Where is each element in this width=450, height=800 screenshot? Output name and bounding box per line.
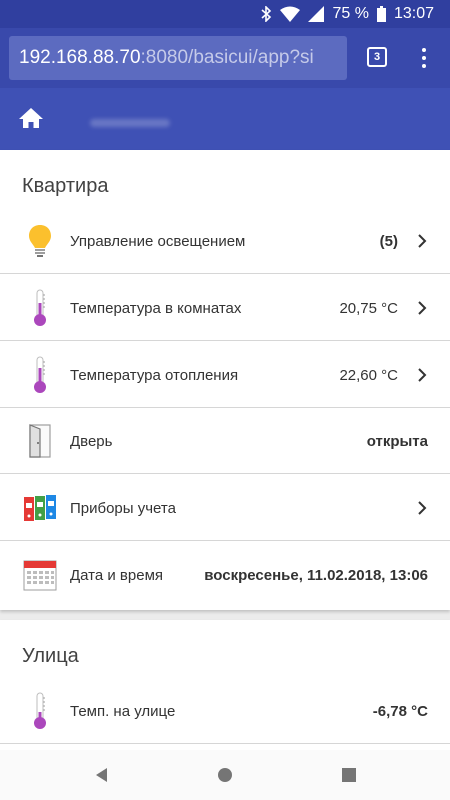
item-value: -6,78 °C bbox=[372, 702, 428, 720]
clock: 13:07 bbox=[393, 5, 434, 22]
item-label: Дата и время bbox=[70, 566, 164, 584]
item-value: открыта bbox=[366, 432, 428, 450]
light-bulb-icon bbox=[20, 221, 60, 261]
list-item-room-temperature[interactable]: Температура в комнатах 20,75 °C bbox=[0, 275, 450, 341]
thermometer-icon bbox=[20, 288, 60, 328]
system-nav-bar bbox=[0, 750, 450, 800]
list-item-outdoor-temperature: Темп. на улице -6,78 °C bbox=[0, 678, 450, 744]
item-label: Температура отопления bbox=[70, 366, 239, 384]
chevron-right-icon bbox=[418, 301, 427, 315]
list-item-date-time: Дата и время воскресенье, 11.02.2018, 13… bbox=[0, 542, 450, 608]
chevron-right-icon bbox=[418, 501, 427, 515]
item-value: (5) bbox=[379, 232, 398, 250]
thermometer-icon bbox=[20, 691, 60, 731]
section-title: Квартира bbox=[22, 175, 109, 197]
battery-icon bbox=[376, 6, 386, 22]
item-value: 22,60 °C bbox=[339, 366, 398, 384]
tab-switcher-button[interactable]: 3 bbox=[367, 47, 387, 67]
app-header bbox=[0, 88, 450, 150]
item-label: Приборы учета bbox=[70, 499, 176, 517]
browser-menu-icon[interactable] bbox=[414, 46, 434, 70]
url-host: 192.168.88.70 bbox=[19, 47, 141, 68]
wifi-icon bbox=[280, 6, 301, 22]
chevron-right-icon bbox=[418, 234, 427, 248]
url-field[interactable]: 192.168.88.70:8080/basicui/app?si bbox=[9, 36, 347, 80]
list-item-heating-temperature[interactable]: Температура отопления 22,60 °C bbox=[0, 342, 450, 408]
section-card-apartment: Квартира Управление освещением (5) Темпе… bbox=[0, 150, 450, 610]
section-card-street: Улица Темп. на улице -6,78 °C bbox=[0, 620, 450, 750]
header-title bbox=[90, 119, 170, 127]
home-icon[interactable] bbox=[18, 106, 44, 130]
url-path: :8080/basicui/app?si bbox=[140, 47, 314, 68]
signal-icon bbox=[308, 6, 325, 22]
item-label: Темп. на улице bbox=[70, 702, 176, 720]
calendar-icon bbox=[20, 555, 60, 595]
battery-percent: 75 % bbox=[332, 5, 369, 22]
binders-icon bbox=[20, 488, 60, 528]
door-icon bbox=[20, 421, 60, 461]
chevron-right-icon bbox=[418, 368, 427, 382]
back-icon[interactable] bbox=[92, 766, 112, 784]
item-label: Дверь bbox=[70, 432, 113, 450]
status-bar: 75 % 13:07 bbox=[0, 0, 450, 28]
item-value: воскресенье, 11.02.2018, 13:06 bbox=[204, 566, 428, 584]
item-label: Температура в комнатах bbox=[70, 299, 242, 317]
recents-icon[interactable] bbox=[339, 766, 359, 784]
thermometer-icon bbox=[20, 355, 60, 395]
list-item-lighting[interactable]: Управление освещением (5) bbox=[0, 208, 450, 274]
list-item-door: Дверь открыта bbox=[0, 408, 450, 474]
section-title: Улица bbox=[22, 645, 79, 667]
bluetooth-icon bbox=[260, 6, 272, 22]
list-item-meters[interactable]: Приборы учета bbox=[0, 475, 450, 541]
home-nav-icon[interactable] bbox=[215, 766, 235, 784]
item-value: 20,75 °C bbox=[339, 299, 398, 317]
item-label: Управление освещением bbox=[70, 232, 246, 250]
